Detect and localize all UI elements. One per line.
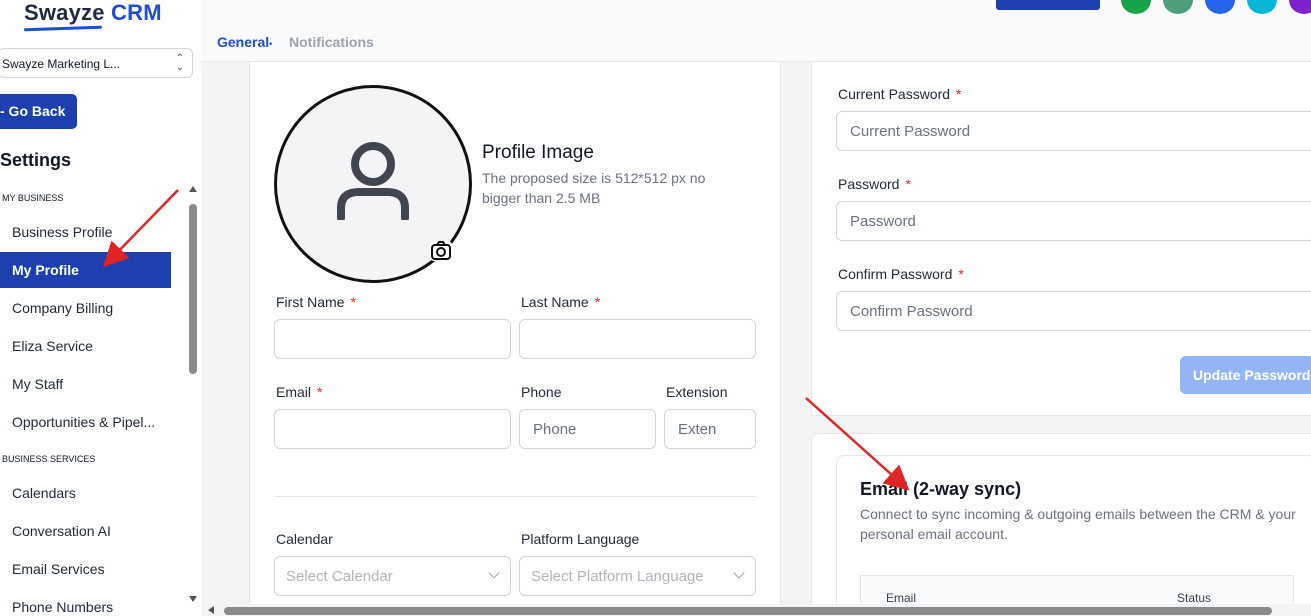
email-label-text: Email	[276, 384, 312, 400]
current-password-label-text: Current Password	[838, 86, 951, 102]
sidebar-item-calendars[interactable]: Calendars	[0, 475, 171, 511]
scroll-left-icon[interactable]	[208, 606, 214, 614]
go-back-button[interactable]: - Go Back	[0, 94, 77, 129]
email-input[interactable]	[274, 409, 511, 449]
section-label-business-services: BUSINESS SERVICES	[2, 454, 96, 464]
phone-button[interactable]	[1121, 0, 1151, 14]
sidebar-item-conversation-ai[interactable]: Conversation AI	[0, 513, 171, 549]
required-mark: *	[350, 294, 356, 310]
calendar-select-value: Select Calendar	[286, 568, 393, 585]
profile-image-title: Profile Image	[482, 142, 594, 163]
required-mark: *	[594, 294, 601, 310]
last-name-input[interactable]	[519, 319, 756, 359]
password-label: Password *	[838, 176, 911, 192]
platform-language-select-value: Select Platform Language	[531, 568, 704, 585]
camera-icon[interactable]	[430, 241, 452, 261]
current-password-label: Current Password *	[838, 86, 962, 102]
last-name-label: Last Name *	[521, 294, 600, 310]
confirm-password-label-text: Confirm Password	[838, 266, 953, 282]
settings-title: Settings	[0, 150, 72, 170]
active-dot: •	[269, 38, 273, 49]
logo-swoosh	[23, 25, 103, 32]
password-input[interactable]: Password	[836, 201, 1311, 241]
phone-input[interactable]: Phone	[519, 409, 656, 449]
required-mark: *	[905, 176, 911, 192]
form-divider	[274, 496, 756, 497]
calendar-label: Calendar	[276, 531, 333, 547]
sidebar-item-my-staff[interactable]: My Staff	[0, 366, 171, 402]
confirm-password-input[interactable]: Confirm Password	[836, 291, 1311, 331]
account-selector-value: Swayze Marketing L...	[2, 57, 121, 71]
update-password-button[interactable]: Update Password	[1180, 356, 1311, 394]
calendar-select[interactable]: Select Calendar	[274, 556, 511, 596]
sidebar: Swayze CRM Swayze Marketing L... ⌃ ⌄ - Go…	[0, 0, 201, 616]
person-icon	[337, 142, 409, 220]
column-header-email: Email	[886, 591, 917, 605]
last-name-label-text: Last Name	[521, 294, 589, 310]
required-mark: *	[956, 86, 962, 102]
sidebar-scrollbar[interactable]	[188, 186, 198, 606]
email-sync-description: Connect to sync incoming & outgoing emai…	[860, 506, 1296, 542]
brand-name: Swayze	[24, 0, 105, 25]
scroll-up-icon[interactable]	[189, 186, 197, 192]
extension-input[interactable]: Exten	[664, 409, 756, 449]
first-name-input[interactable]	[274, 319, 511, 359]
help-button[interactable]	[1247, 0, 1277, 14]
email-sync-title: Email (2-way sync)	[860, 479, 1022, 499]
column-header-status: Status	[1177, 591, 1212, 605]
top-bar: General• Notifications	[201, 0, 1311, 62]
password-label-text: Password	[838, 176, 900, 192]
required-mark: *	[958, 266, 964, 282]
platform-language-select[interactable]: Select Platform Language	[519, 556, 756, 596]
tab-notifications[interactable]: Notifications	[289, 34, 374, 50]
sidebar-item-eliza-service[interactable]: Eliza Service	[0, 328, 171, 364]
quick-action-button[interactable]	[1163, 0, 1193, 14]
tab-general[interactable]: General•	[217, 34, 272, 50]
horizontal-scroll-thumb[interactable]	[224, 607, 1272, 615]
confirm-password-label: Confirm Password *	[838, 266, 964, 282]
user-avatar-button[interactable]	[1289, 0, 1311, 14]
chevron-updown-icon: ⌃ ⌄	[175, 53, 184, 73]
required-mark: *	[317, 384, 323, 400]
scroll-down-icon[interactable]	[189, 596, 197, 602]
chevron-down-icon	[488, 567, 500, 579]
profile-image-hint: The proposed size is 512*512 px no bigge…	[482, 170, 706, 206]
horizontal-scrollbar[interactable]	[201, 604, 1311, 616]
notifications-button[interactable]	[1205, 0, 1235, 14]
section-label-my-business: MY BUSINESS	[2, 193, 64, 203]
sidebar-item-business-profile[interactable]: Business Profile	[0, 214, 171, 250]
brand-crm: CRM	[111, 0, 162, 25]
extension-label: Extension	[666, 384, 728, 400]
current-password-input[interactable]: Current Password	[836, 111, 1311, 151]
sidebar-item-phone-numbers[interactable]: Phone Numbers	[0, 589, 171, 616]
sidebar-item-my-profile[interactable]: My Profile	[0, 252, 171, 288]
chevron-down-icon	[733, 567, 745, 579]
platform-language-label: Platform Language	[521, 531, 640, 547]
sidebar-item-opportunities[interactable]: Opportunities & Pipel...	[0, 404, 171, 440]
first-name-label-text: First Name	[276, 294, 345, 310]
email-label: Email *	[276, 384, 322, 400]
sidebar-item-email-services[interactable]: Email Services	[0, 551, 171, 587]
account-selector[interactable]: Swayze Marketing L... ⌃ ⌄	[0, 48, 193, 78]
tab-general-label: General	[217, 34, 270, 50]
phone-label: Phone	[521, 384, 562, 400]
sidebar-scroll-thumb[interactable]	[189, 204, 197, 374]
sidebar-item-company-billing[interactable]: Company Billing	[0, 290, 171, 326]
first-name-label: First Name *	[276, 294, 356, 310]
support-button[interactable]	[996, 0, 1100, 10]
brand-logo[interactable]: Swayze CRM	[24, 0, 162, 26]
